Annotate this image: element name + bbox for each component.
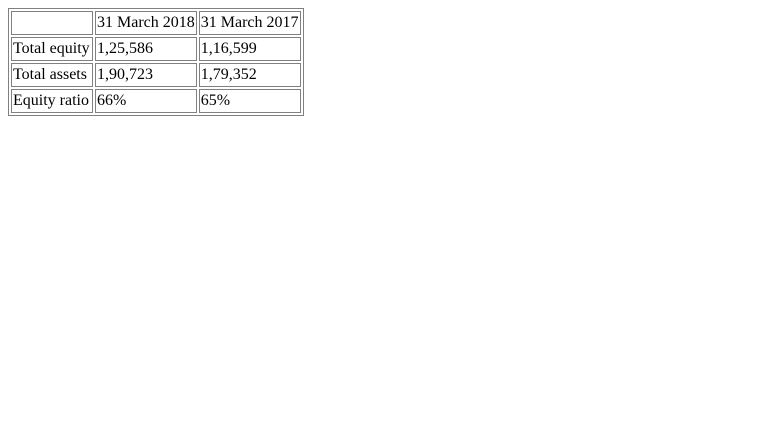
header-cell-empty xyxy=(11,11,93,35)
header-cell-2017: 31 March 2017 xyxy=(198,11,301,35)
equity-ratio-table: 31 March 2018 31 March 2017 Total equity… xyxy=(8,8,304,116)
row-label: Total equity xyxy=(11,37,93,61)
table-row: Equity ratio 66% 65% xyxy=(11,89,301,113)
table-header-row: 31 March 2018 31 March 2017 xyxy=(11,11,301,35)
table-row: Total assets 1,90,723 1,79,352 xyxy=(11,63,301,87)
table-cell: 1,16,599 xyxy=(198,37,301,61)
table-cell: 65% xyxy=(198,89,301,113)
row-label: Equity ratio xyxy=(11,89,93,113)
table-cell: 1,79,352 xyxy=(198,63,301,87)
table-container: 31 March 2018 31 March 2017 Total equity… xyxy=(8,8,304,116)
header-cell-2018: 31 March 2018 xyxy=(95,11,197,35)
table-cell: 66% xyxy=(95,89,197,113)
table-cell: 1,90,723 xyxy=(95,63,197,87)
table-row: Total equity 1,25,586 1,16,599 xyxy=(11,37,301,61)
row-label: Total assets xyxy=(11,63,93,87)
table-cell: 1,25,586 xyxy=(95,37,197,61)
